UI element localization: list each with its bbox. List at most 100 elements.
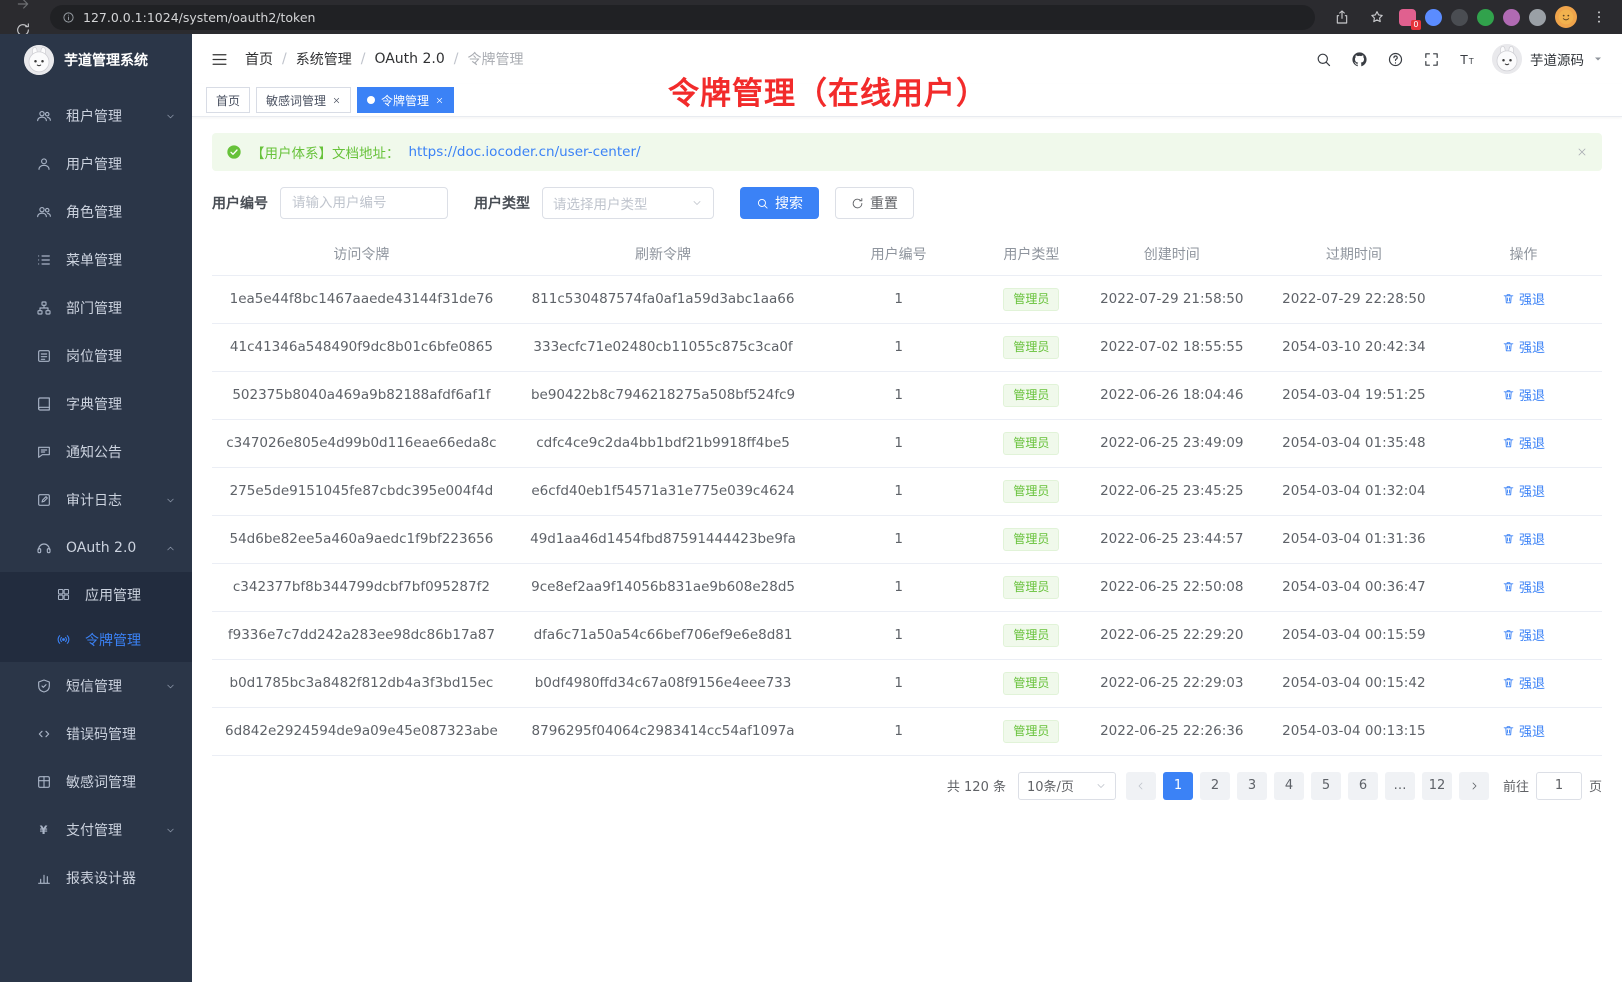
goto-page: 前往 页 xyxy=(1503,772,1602,800)
help-icon[interactable] xyxy=(1387,51,1404,68)
page-button[interactable]: 1 xyxy=(1163,772,1193,800)
extension-green[interactable] xyxy=(1477,9,1494,26)
browser-share-icon[interactable] xyxy=(1329,4,1355,30)
extension-dark[interactable] xyxy=(1451,9,1468,26)
access-token-cell: 502375b8040a469a9b82188afdf6af1f xyxy=(212,371,511,419)
extension-pink[interactable]: 0 xyxy=(1399,9,1416,26)
page-button[interactable]: 3 xyxy=(1237,772,1267,800)
sidebar-item[interactable]: OAuth 2.0 xyxy=(0,524,192,572)
user-id-input[interactable] xyxy=(280,187,448,219)
search-button[interactable]: 搜索 xyxy=(740,187,819,219)
sidebar-subitem[interactable]: 令牌管理 xyxy=(0,617,192,662)
sidebar-item[interactable]: 敏感词管理 xyxy=(0,758,192,806)
headset-icon xyxy=(36,540,52,556)
table-row: 54d6be82ee5a460a9aedc1f9bf223656 49d1aa4… xyxy=(212,515,1602,563)
person-icon xyxy=(36,156,52,172)
breadcrumb-item[interactable]: 系统管理 xyxy=(296,49,352,69)
page-button[interactable]: 2 xyxy=(1200,772,1230,800)
force-logout-button[interactable]: 强退 xyxy=(1502,577,1545,596)
app-logo[interactable]: 芋道管理系统 xyxy=(0,34,192,86)
extension-blue[interactable] xyxy=(1425,9,1442,26)
browser-menu-icon[interactable] xyxy=(1586,4,1612,30)
user-type-select[interactable]: 请选择用户类型 xyxy=(542,187,714,219)
reset-button[interactable]: 重置 xyxy=(835,187,914,219)
sidebar-item[interactable]: 报表设计器 xyxy=(0,854,192,902)
page-button[interactable]: 12 xyxy=(1422,772,1452,800)
next-page-button[interactable] xyxy=(1459,772,1489,800)
trash-icon xyxy=(1502,580,1515,593)
force-logout-button[interactable]: 强退 xyxy=(1502,481,1545,500)
goto-page-input[interactable] xyxy=(1536,772,1582,800)
site-info-icon[interactable] xyxy=(62,11,75,24)
refresh-token-cell: b0df4980ffd34c67a08f9156e4eee733 xyxy=(511,659,815,707)
alert-text: 【用户体系】文档地址： xyxy=(251,142,400,162)
force-logout-button[interactable]: 强退 xyxy=(1502,385,1545,404)
card-icon xyxy=(36,348,52,364)
page-button[interactable]: 4 xyxy=(1274,772,1304,800)
extensions-puzzle[interactable] xyxy=(1529,9,1546,26)
page-button[interactable]: 5 xyxy=(1311,772,1341,800)
column-header: 过期时间 xyxy=(1263,233,1445,275)
access-token-cell: 275e5de9151045fe87cbdc395e004f4d xyxy=(212,467,511,515)
page-size-select[interactable]: 10条/页 xyxy=(1018,772,1116,800)
sidebar-item[interactable]: 用户管理 xyxy=(0,140,192,188)
force-logout-button[interactable]: 强退 xyxy=(1502,433,1545,452)
doc-link[interactable]: https://doc.iocoder.cn/user-center/ xyxy=(409,144,641,160)
close-icon[interactable] xyxy=(435,96,444,105)
table-row: 275e5de9151045fe87cbdc395e004f4d e6cfd40… xyxy=(212,467,1602,515)
address-bar[interactable]: 127.0.0.1:1024/system/oauth2/token xyxy=(50,5,1315,30)
font-size-icon[interactable]: TT xyxy=(1459,51,1476,68)
prev-page-button[interactable] xyxy=(1126,772,1156,800)
tab[interactable]: 敏感词管理 xyxy=(256,87,351,113)
user-type-badge: 管理员 xyxy=(1003,672,1059,695)
search-icon[interactable] xyxy=(1315,51,1332,68)
sidebar-item[interactable]: 通知公告 xyxy=(0,428,192,476)
user-type-badge: 管理员 xyxy=(1003,288,1059,311)
force-logout-button[interactable]: 强退 xyxy=(1502,289,1545,308)
access-token-cell: b0d1785bc3a8482f812db4a3f3bd15ec xyxy=(212,659,511,707)
breadcrumb-item[interactable]: 首页 xyxy=(245,49,273,69)
sidebar-item[interactable]: 角色管理 xyxy=(0,188,192,236)
tab[interactable]: 首页 xyxy=(206,87,250,113)
sidebar-item[interactable]: 岗位管理 xyxy=(0,332,192,380)
close-icon[interactable] xyxy=(332,96,341,105)
page-button[interactable]: 6 xyxy=(1348,772,1378,800)
sidebar-item[interactable]: 审计日志 xyxy=(0,476,192,524)
column-header: 刷新令牌 xyxy=(511,233,815,275)
user-menu[interactable]: 芋道源码 xyxy=(1492,44,1604,74)
sidebar-item[interactable]: 租户管理 xyxy=(0,92,192,140)
browser-forward-icon[interactable] xyxy=(10,0,36,17)
table-row: 502375b8040a469a9b82188afdf6af1f be90422… xyxy=(212,371,1602,419)
sidebar-item[interactable]: 字典管理 xyxy=(0,380,192,428)
more-pages-button[interactable]: … xyxy=(1385,772,1415,800)
fullscreen-icon[interactable] xyxy=(1423,51,1440,68)
user-id-cell: 1 xyxy=(815,371,982,419)
sidebar-item[interactable]: ¥ 支付管理 xyxy=(0,806,192,854)
browser-profile-avatar[interactable] xyxy=(1555,6,1577,28)
chevron-down-icon xyxy=(165,495,176,506)
force-logout-button[interactable]: 强退 xyxy=(1502,625,1545,644)
sidebar-subitem[interactable]: 应用管理 xyxy=(0,572,192,617)
signal-icon xyxy=(56,632,71,647)
sidebar-item[interactable]: 短信管理 xyxy=(0,662,192,710)
breadcrumb-item[interactable]: OAuth 2.0 xyxy=(374,51,444,67)
tab[interactable]: 令牌管理 xyxy=(357,87,454,113)
github-icon[interactable] xyxy=(1351,51,1368,68)
close-icon[interactable] xyxy=(1576,146,1588,158)
extension-multicolor[interactable] xyxy=(1503,9,1520,26)
created-time-cell: 2022-07-02 18:55:55 xyxy=(1081,323,1263,371)
refresh-token-cell: 811c530487574fa0af1a59d3abc1aa66 xyxy=(511,275,815,323)
force-logout-button[interactable]: 强退 xyxy=(1502,673,1545,692)
sidebar-item[interactable]: 菜单管理 xyxy=(0,236,192,284)
sidebar-item[interactable]: 错误码管理 xyxy=(0,710,192,758)
force-logout-button[interactable]: 强退 xyxy=(1502,337,1545,356)
expire-time-cell: 2054-03-04 19:51:25 xyxy=(1263,371,1445,419)
force-logout-button[interactable]: 强退 xyxy=(1502,721,1545,740)
refresh-icon xyxy=(851,197,864,210)
force-logout-button[interactable]: 强退 xyxy=(1502,529,1545,548)
access-token-cell: 54d6be82ee5a460a9aedc1f9bf223656 xyxy=(212,515,511,563)
browser-bookmark-star-icon[interactable] xyxy=(1364,4,1390,30)
user-id-cell: 1 xyxy=(815,659,982,707)
collapse-sidebar-icon[interactable] xyxy=(210,50,229,69)
sidebar-item[interactable]: 部门管理 xyxy=(0,284,192,332)
